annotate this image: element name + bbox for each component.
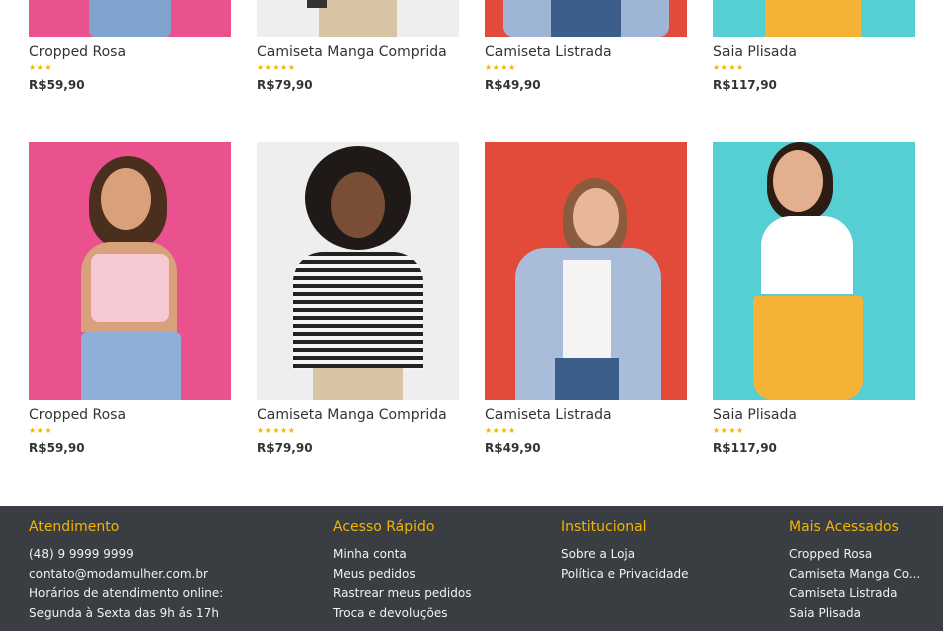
footer-col-atendimento: Atendimento (48) 9 9999 9999 contato@mod…	[29, 519, 223, 623]
product-image[interactable]	[713, 0, 915, 37]
rating-stars-icon: ★★★	[29, 63, 53, 72]
product-name[interactable]: Camiseta Manga Comprida	[257, 407, 459, 424]
product-price: R$79,90	[257, 78, 313, 92]
product-name[interactable]: Saia Plisada	[713, 407, 915, 424]
product-price: R$117,90	[713, 441, 777, 455]
product-name[interactable]: Cropped Rosa	[29, 407, 231, 424]
footer-link[interactable]: Rastrear meus pedidos	[333, 584, 471, 604]
rating-stars-icon: ★★★★	[485, 63, 516, 72]
product-price: R$59,90	[29, 78, 85, 92]
product-price: R$59,90	[29, 441, 85, 455]
footer-heading: Institucional	[561, 519, 647, 535]
footer-link[interactable]: Cropped Rosa	[789, 545, 920, 565]
product-image[interactable]	[713, 142, 915, 400]
product-card[interactable]: Saia Plisada ★★★★ R$117,90	[713, 0, 915, 92]
product-card[interactable]: Camiseta Listrada ★★★★ R$49,90	[485, 142, 687, 455]
product-image[interactable]	[257, 142, 459, 400]
rating-stars-icon: ★★★★★	[257, 426, 296, 435]
rating-stars-icon: ★★★★	[713, 426, 744, 435]
footer-col-acesso-rapido: Acesso Rápido Minha conta Meus pedidos R…	[333, 519, 471, 623]
product-card[interactable]: Cropped Rosa ★★★ R$59,90	[29, 0, 231, 92]
footer-phone[interactable]: (48) 9 9999 9999	[29, 545, 223, 565]
product-image[interactable]	[29, 0, 231, 37]
footer-col-mais-acessados: Mais Acessados Cropped Rosa Camiseta Man…	[789, 519, 920, 623]
product-price: R$117,90	[713, 78, 777, 92]
footer-heading: Atendimento	[29, 519, 120, 535]
product-card[interactable]: Camiseta Listrada ★★★★ R$49,90	[485, 0, 687, 92]
footer-hours-label: Horários de atendimento online:	[29, 586, 224, 600]
rating-stars-icon: ★★★	[29, 426, 53, 435]
product-name[interactable]: Camiseta Manga Comprida	[257, 44, 459, 61]
rating-stars-icon: ★★★★★	[257, 63, 296, 72]
product-price: R$79,90	[257, 441, 313, 455]
footer-link[interactable]: Saia Plisada	[789, 604, 920, 624]
product-price: R$49,90	[485, 78, 541, 92]
product-image[interactable]	[257, 0, 459, 37]
product-card[interactable]: Camiseta Manga Comprida ★★★★★ R$79,90	[257, 0, 459, 92]
footer-link[interactable]: Sobre a Loja	[561, 545, 688, 565]
product-name[interactable]: Camiseta Listrada	[485, 44, 687, 61]
footer-heading: Acesso Rápido	[333, 519, 435, 535]
footer-hours: Segunda à Sexta das 9h ás 17h	[29, 605, 219, 620]
product-card[interactable]: Cropped Rosa ★★★ R$59,90	[29, 142, 231, 455]
footer-link[interactable]: Troca e devoluções	[333, 604, 471, 624]
product-image[interactable]	[485, 0, 687, 37]
product-name[interactable]: Saia Plisada	[713, 44, 915, 61]
footer-link[interactable]: Política e Privacidade	[561, 565, 688, 585]
site-footer: Atendimento (48) 9 9999 9999 contato@mod…	[0, 506, 943, 631]
footer-link[interactable]: Camiseta Manga Co...	[789, 565, 920, 585]
product-name[interactable]: Camiseta Listrada	[485, 407, 687, 424]
footer-heading: Mais Acessados	[789, 519, 899, 535]
rating-stars-icon: ★★★★	[485, 426, 516, 435]
product-card[interactable]: Camiseta Manga Comprida ★★★★★ R$79,90	[257, 142, 459, 455]
footer-link[interactable]: Minha conta	[333, 545, 471, 565]
rating-stars-icon: ★★★★	[713, 63, 744, 72]
product-image[interactable]	[29, 142, 231, 400]
product-image[interactable]	[485, 142, 687, 400]
product-card[interactable]: Saia Plisada ★★★★ R$117,90	[713, 142, 915, 455]
footer-link[interactable]: Meus pedidos	[333, 565, 471, 585]
footer-email[interactable]: contato@modamulher.com.br	[29, 565, 223, 585]
footer-col-institucional: Institucional Sobre a Loja Política e Pr…	[561, 519, 688, 584]
footer-link[interactable]: Camiseta Listrada	[789, 584, 920, 604]
product-price: R$49,90	[485, 441, 541, 455]
product-name[interactable]: Cropped Rosa	[29, 44, 231, 61]
